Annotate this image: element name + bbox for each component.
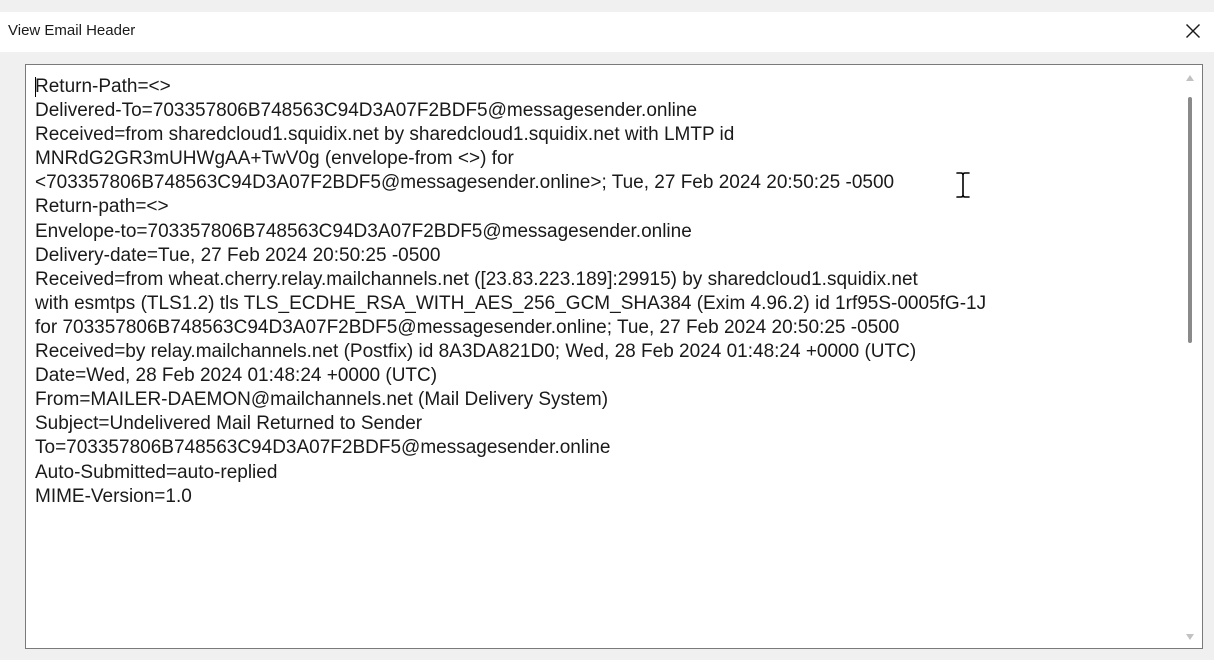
header-line: To=703357806B748563C94D3A07F2BDF5@messag… (35, 437, 611, 459)
header-line: Subject=Undelivered Mail Returned to Sen… (35, 413, 423, 435)
scroll-up-arrow-icon (1186, 75, 1194, 81)
scroll-down-button[interactable] (1183, 630, 1197, 644)
header-line: From=MAILER-DAEMON@mailchannels.net (Mai… (35, 389, 609, 411)
title-bar: View Email Header (0, 12, 1214, 52)
header-lines-list: Return-Path=<> Delivered-To=703357806B748… (35, 75, 1165, 509)
header-text-area[interactable]: Return-Path=<> Delivered-To=703357806B748… (25, 64, 1203, 649)
header-line: Envelope-to=703357806B748563C94D3A07F2BD… (35, 220, 692, 242)
header-line: Received=from wheat.cherry.relay.mailcha… (35, 268, 918, 290)
scroll-down-arrow-icon (1186, 634, 1194, 640)
header-line: with esmtps (TLS1.2) tls TLS_ECDHE_RSA_W… (35, 292, 987, 314)
close-icon (1186, 24, 1200, 38)
header-line: Delivery-date=Tue, 27 Feb 2024 20:50:25 … (35, 244, 441, 266)
header-line: Return-Path=<> (35, 76, 171, 97)
scroll-up-button[interactable] (1183, 71, 1197, 85)
email-header-dialog: View Email Header Return-Path=<> Delivere… (0, 0, 1214, 660)
dialog-title: View Email Header (8, 22, 136, 39)
vertical-scrollbar[interactable] (1183, 71, 1197, 644)
header-line: Auto-Submitted=auto-replied (35, 461, 278, 483)
close-button[interactable] (1176, 14, 1210, 48)
header-line: Received=by relay.mailchannels.net (Post… (35, 341, 917, 363)
ibeam-cursor-icon (955, 171, 971, 199)
header-line: for 703357806B748563C94D3A07F2BDF5@messa… (35, 316, 900, 338)
header-line: <703357806B748563C94D3A07F2BDF5@messages… (35, 172, 895, 194)
text-caret (35, 77, 36, 97)
header-line: Date=Wed, 28 Feb 2024 01:48:24 +0000 (UT… (35, 365, 438, 387)
scroll-thumb[interactable] (1188, 97, 1192, 343)
header-line: MNRdG2GR3mUHWgAA+TwV0g (envelope-from <>… (35, 148, 514, 170)
header-line: Delivered-To=703357806B748563C94D3A07F2B… (35, 100, 698, 122)
header-line: Received=from sharedcloud1.squidix.net b… (35, 124, 735, 146)
header-line: MIME-Version=1.0 (35, 485, 192, 507)
header-line: Return-path=<> (35, 196, 169, 218)
